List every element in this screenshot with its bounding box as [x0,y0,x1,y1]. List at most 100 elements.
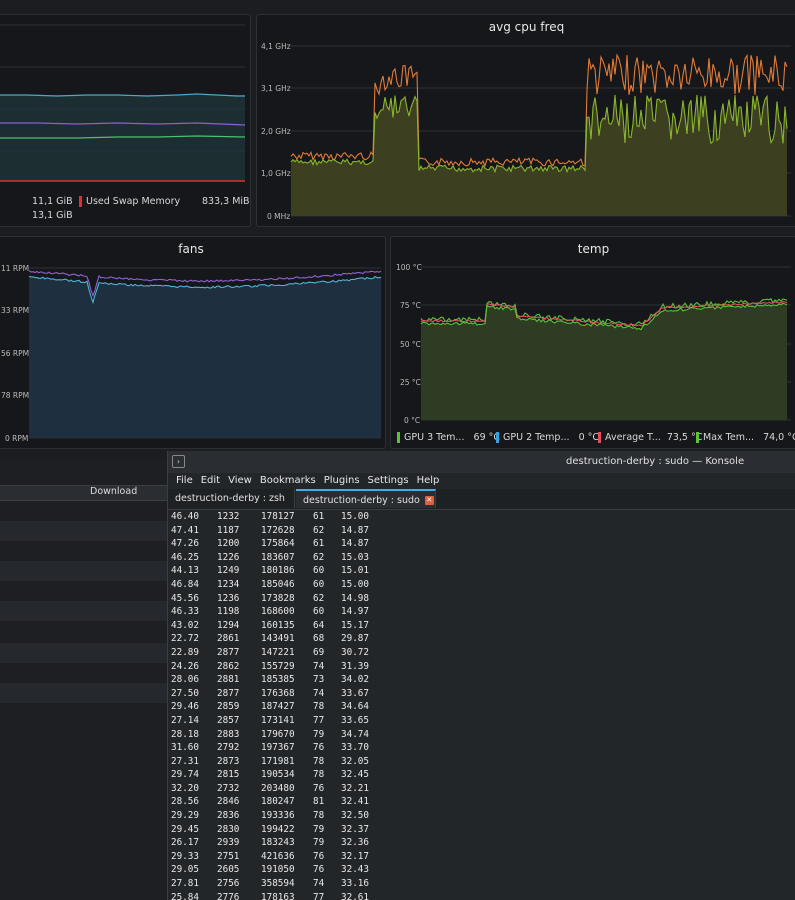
terminal-line: 43.02 1294 160135 64 15.17 [171,619,791,633]
terminal-cell: 173828 [261,592,295,604]
terminal-cell: 2792 [217,742,240,754]
terminal-cell: 31.39 [341,660,369,672]
terminal-cell: 15.01 [341,565,369,577]
terminal-cell: 2751 [217,850,240,862]
konsole-window[interactable]: › destruction-derby : sudo — Konsole Fil… [167,451,795,900]
terminal-cell: 29.33 [171,850,199,862]
terminal-cell: 46.33 [171,606,199,618]
terminal-cell: 77 [313,891,325,900]
terminal-line: 27.31 2873 171981 78 32.05 [171,755,791,769]
cpu-y-tick-4: 0 MHz [267,212,290,221]
terminal-line: 29.46 2859 187427 78 34.64 [171,700,791,714]
fans-chart: 11 RPM 33 RPM 56 RPM 78 RPM 0 RPM [1,264,382,443]
terminal-cell: 1232 [217,511,240,522]
terminal-cell: 2939 [217,837,240,849]
terminal-cell: 175864 [261,538,295,550]
konsole-window-title: destruction-derby : sudo — Konsole [566,456,745,467]
terminal-cell: 2605 [217,864,240,876]
terminal-cell: 143491 [261,633,295,645]
terminal-cell: 78 [313,701,325,713]
terminal-cell: 47.26 [171,538,199,550]
terminal-cell: 32.61 [341,891,369,900]
cpu-y-tick-3: 1,0 GHz [261,169,291,178]
close-icon[interactable]: ✕ [424,496,434,505]
terminal-cell: 46.84 [171,578,199,590]
cpu-y-tick-2: 2,0 GHz [261,127,291,136]
terminal-line: 29.05 2605 191050 76 32.43 [171,863,791,877]
terminal-line: 28.18 2883 179670 79 34.74 [171,728,791,742]
terminal-cell: 32.36 [341,837,369,849]
terminal-cell: 178163 [261,891,295,900]
memory-chart [0,24,246,182]
terminal-line: 28.06 2881 185385 73 34.02 [171,673,791,687]
left-table-header[interactable]: Download [0,485,167,501]
tab-zsh-label: destruction-derby : zsh [175,493,285,504]
terminal-line: 22.89 2877 147221 69 30.72 [171,646,791,660]
menu-bookmarks[interactable]: Bookmarks [260,475,316,486]
fans-y-tick-0: 11 RPM [1,264,29,273]
terminal-cell: 2877 [217,646,240,658]
terminal-cell: 147221 [261,646,295,658]
terminal-cell: 180247 [261,796,295,808]
tab-sudo[interactable]: destruction-derby : sudo ✕ [296,489,436,508]
terminal-cell: 190534 [261,769,295,781]
average-swatch [598,432,601,443]
terminal-cell: 61 [313,538,325,550]
konsole-titlebar[interactable]: › destruction-derby : sudo — Konsole [168,451,795,473]
terminal-cell: 32.45 [341,769,369,781]
terminal-cell: 2857 [217,714,240,726]
terminal-cell: 15.17 [341,619,369,631]
terminal-cell: 24.26 [171,660,199,672]
terminal-cell: 62 [313,592,325,604]
terminal-cell: 29.45 [171,823,199,835]
menu-edit[interactable]: Edit [201,475,220,486]
terminal-cell: 2830 [217,823,240,835]
terminal-cell: 160135 [261,619,295,631]
table-row[interactable] [0,521,167,541]
menu-plugins[interactable]: Plugins [324,475,360,486]
terminal-cell: 47.41 [171,524,199,536]
temp-panel: temp 100 °C 75 °C 50 °C 25 °C 0 °C GPU 3… [390,236,795,449]
terminal-cell: 28.06 [171,674,199,686]
terminal-cell: 76 [313,850,325,862]
terminal-cell: 60 [313,565,325,577]
terminal-line: 46.25 1226 183607 62 15.03 [171,551,791,565]
terminal-line: 29.74 2815 190534 78 32.45 [171,768,791,782]
terminal-cell: 22.89 [171,646,199,658]
terminal-cell: 76 [313,782,325,794]
konsole-tabbar: destruction-derby : zsh✕ destruction-der… [168,489,795,522]
download-column-header[interactable]: Download [90,486,137,497]
fans-panel: fans 11 RPM 33 RPM 56 RPM 78 RPM 0 RPM [0,236,386,449]
terminal-cell: 44.13 [171,565,199,577]
terminal-cell: 31.60 [171,742,199,754]
menu-view[interactable]: View [228,475,252,486]
terminal-cell: 1234 [217,578,240,590]
table-row[interactable] [0,561,167,581]
table-row[interactable] [0,683,167,703]
table-row[interactable] [0,643,167,663]
terminal-cell: 1198 [217,606,240,618]
menu-file[interactable]: File [176,475,193,486]
terminal-output[interactable]: 46.40 1232 178127 61 15.00 47.41 1187 172628 62 1… [171,510,791,900]
cpu-y-tick-0: 4,1 GHz [261,42,291,51]
terminal-cell: 2836 [217,810,240,822]
menu-settings[interactable]: Settings [368,475,409,486]
terminal-line: 27.14 2857 173141 77 33.65 [171,714,791,728]
terminal-cell: 2877 [217,687,240,699]
terminal-line: 47.41 1187 172628 62 14.87 [171,524,791,538]
terminal-cell: 28.18 [171,728,199,740]
table-row[interactable] [0,601,167,621]
menu-help[interactable]: Help [417,475,440,486]
terminal-cell: 2859 [217,701,240,713]
temp-legend-gpu2: GPU 2 Temp... 0 °C [496,432,599,443]
terminal-cell: 34.74 [341,728,369,740]
terminal-cell: 15.00 [341,511,369,522]
terminal-line: 31.60 2792 197367 76 33.70 [171,741,791,755]
terminal-cell: 29.05 [171,864,199,876]
tab-zsh[interactable]: destruction-derby : zsh✕ [168,489,295,522]
terminal-cell: 76 [313,864,325,876]
terminal-line: 45.56 1236 173828 62 14.98 [171,592,791,606]
terminal-cell: 43.02 [171,619,199,631]
terminal-icon[interactable]: › [172,455,185,468]
terminal-cell: 14.97 [341,606,369,618]
